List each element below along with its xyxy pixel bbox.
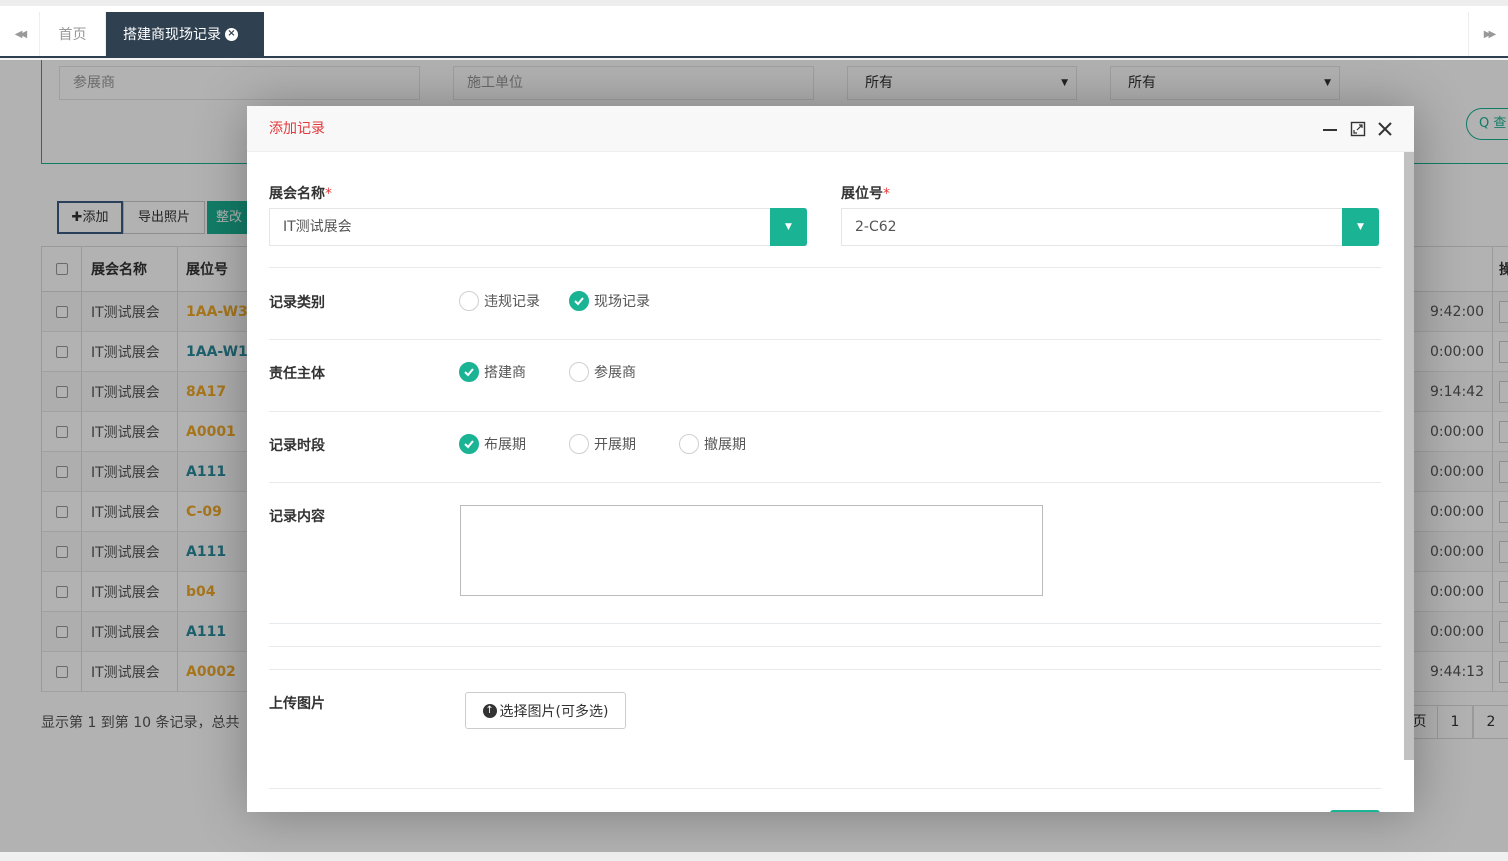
record-type-label: 记录类别 <box>269 295 325 311</box>
divider <box>269 267 1381 268</box>
expo-name-select[interactable]: IT测试展会 ▼ <box>269 208 807 246</box>
close-icon <box>1378 122 1392 136</box>
submit-button[interactable] <box>1330 810 1380 812</box>
expo-name-label-text: 展会名称 <box>269 186 325 202</box>
close-dialog-button[interactable] <box>1374 118 1396 140</box>
expo-name-value: IT测试展会 <box>283 219 352 235</box>
radio-unchecked-icon <box>459 291 479 311</box>
radio-exhibitor[interactable]: 参展商 <box>569 362 636 382</box>
dialog-title: 添加记录 <box>269 121 325 137</box>
radio-label: 开展期 <box>594 437 636 453</box>
radio-violation-record[interactable]: 违规记录 <box>459 291 540 311</box>
divider <box>269 646 1381 647</box>
minimize-button[interactable] <box>1319 118 1341 140</box>
radio-contractor[interactable]: 搭建商 <box>459 362 526 382</box>
radio-site-record[interactable]: 现场记录 <box>569 291 650 311</box>
minimize-icon <box>1323 129 1337 131</box>
tab-scroll-left-button[interactable]: ◀◀ <box>0 12 40 56</box>
select-images-label: 选择图片(可多选) <box>499 703 609 720</box>
maximize-button[interactable] <box>1347 118 1369 140</box>
radio-label: 参展商 <box>594 365 636 381</box>
double-chevron-right-icon: ▶▶ <box>1483 28 1497 40</box>
divider <box>269 788 1381 789</box>
radio-label: 违规记录 <box>484 294 540 310</box>
tab-home-label: 首页 <box>58 27 87 43</box>
booth-label: 展位号* <box>841 183 890 203</box>
upload-arrow-icon: ↑ <box>482 703 497 718</box>
tab-home[interactable]: 首页 <box>40 12 106 56</box>
radio-checked-icon <box>569 291 589 311</box>
maximize-icon <box>1350 121 1366 137</box>
divider <box>269 623 1381 624</box>
divider <box>269 339 1381 340</box>
radio-label: 撤展期 <box>704 437 746 453</box>
tab-scroll-right-button[interactable]: ▶▶ <box>1468 12 1508 56</box>
dialog-header: 添加记录 <box>247 106 1414 152</box>
tab-active-label: 搭建商现场记录 <box>123 27 221 43</box>
expo-name-dropdown-button[interactable]: ▼ <box>770 208 807 246</box>
record-content-label: 记录内容 <box>269 509 325 525</box>
booth-select[interactable]: 2-C62 ▼ <box>841 208 1379 246</box>
radio-unchecked-icon <box>569 434 589 454</box>
radio-label: 搭建商 <box>484 365 526 381</box>
double-chevron-left-icon: ◀◀ <box>14 28 28 40</box>
radio-label: 布展期 <box>484 437 526 453</box>
radio-label: 现场记录 <box>594 294 650 310</box>
select-images-button[interactable]: ↑ 选择图片(可多选) <box>465 692 626 729</box>
booth-label-text: 展位号 <box>841 186 883 202</box>
caret-down-icon: ▼ <box>785 222 792 232</box>
radio-teardown-period[interactable]: 撤展期 <box>679 434 746 454</box>
divider <box>269 669 1381 670</box>
radio-unchecked-icon <box>679 434 699 454</box>
upload-image-label: 上传图片 <box>269 696 325 712</box>
divider <box>269 482 1381 483</box>
record-period-label: 记录时段 <box>269 438 325 454</box>
tab-bar: ◀◀ 首页 搭建商现场记录 × ▶▶ <box>0 6 1508 58</box>
radio-checked-icon <box>459 434 479 454</box>
divider <box>269 411 1381 412</box>
caret-down-icon: ▼ <box>1357 222 1364 232</box>
tab-contractor-records[interactable]: 搭建商现场记录 × <box>106 12 264 56</box>
booth-dropdown-button[interactable]: ▼ <box>1342 208 1379 246</box>
expo-name-label: 展会名称* <box>269 183 332 203</box>
radio-checked-icon <box>459 362 479 382</box>
booth-value: 2-C62 <box>855 219 897 235</box>
close-circle-icon[interactable]: × <box>225 27 238 41</box>
responsible-party-label: 责任主体 <box>269 366 325 382</box>
record-content-textarea[interactable] <box>460 505 1043 596</box>
add-record-dialog: 添加记录 展会名称* IT测试展会 ▼ 展位号* 2-C62 ▼ 记录类别 违规… <box>247 106 1414 812</box>
radio-setup-period[interactable]: 布展期 <box>459 434 526 454</box>
required-mark: * <box>883 186 890 202</box>
radio-unchecked-icon <box>569 362 589 382</box>
dialog-scrollbar[interactable] <box>1404 152 1414 760</box>
bottom-strip <box>0 852 1508 861</box>
required-mark: * <box>325 186 332 202</box>
radio-open-period[interactable]: 开展期 <box>569 434 636 454</box>
